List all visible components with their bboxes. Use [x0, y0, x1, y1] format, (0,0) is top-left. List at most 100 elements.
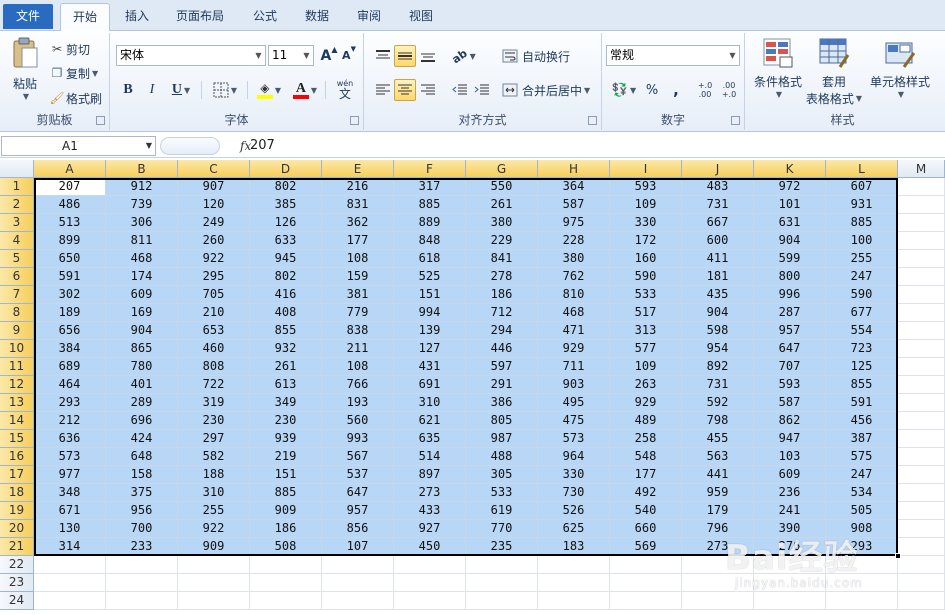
- table-cell[interactable]: [898, 430, 945, 448]
- table-cell[interactable]: 987: [466, 430, 538, 448]
- table-cell[interactable]: 587: [538, 196, 610, 214]
- table-cell[interactable]: 278: [466, 268, 538, 286]
- table-cell[interactable]: 796: [682, 520, 754, 538]
- table-cell[interactable]: [826, 592, 898, 610]
- table-cell[interactable]: [898, 340, 945, 358]
- table-cell[interactable]: 380: [466, 214, 538, 232]
- font-color-button[interactable]: A ▼: [288, 79, 322, 101]
- row-header[interactable]: 12: [0, 376, 34, 394]
- table-cell[interactable]: 433: [394, 502, 466, 520]
- table-cell[interactable]: 548: [610, 448, 682, 466]
- table-cell[interactable]: 609: [106, 286, 178, 304]
- orientation-button[interactable]: ab ▼: [449, 45, 479, 67]
- table-cell[interactable]: 177: [610, 466, 682, 484]
- column-header-h[interactable]: H: [538, 160, 610, 178]
- table-cell[interactable]: 310: [178, 484, 250, 502]
- copy-button[interactable]: ❐ 复制 ▼: [48, 63, 99, 83]
- table-cell[interactable]: 922: [178, 250, 250, 268]
- table-cell[interactable]: 255: [826, 250, 898, 268]
- table-cell[interactable]: 907: [178, 178, 250, 196]
- table-cell[interactable]: 972: [754, 178, 826, 196]
- formula-bar-splitter[interactable]: [160, 137, 220, 155]
- table-cell[interactable]: [178, 574, 250, 592]
- table-cell[interactable]: 892: [682, 358, 754, 376]
- table-cell[interactable]: 885: [394, 196, 466, 214]
- table-cell[interactable]: 495: [538, 394, 610, 412]
- dialog-launcher-icon[interactable]: [96, 116, 105, 125]
- table-cell[interactable]: 653: [178, 322, 250, 340]
- table-cell[interactable]: 885: [250, 484, 322, 502]
- table-cell[interactable]: 230: [250, 412, 322, 430]
- table-cell[interactable]: [322, 556, 394, 574]
- table-cell[interactable]: [466, 556, 538, 574]
- table-cell[interactable]: 455: [682, 430, 754, 448]
- table-cell[interactable]: 263: [610, 376, 682, 394]
- table-cell[interactable]: 228: [538, 232, 610, 250]
- row-header[interactable]: 18: [0, 484, 34, 502]
- table-cell[interactable]: [34, 556, 106, 574]
- table-cell[interactable]: 838: [322, 322, 394, 340]
- table-cell[interactable]: 633: [250, 232, 322, 250]
- table-cell[interactable]: 593: [610, 178, 682, 196]
- table-cell[interactable]: 904: [682, 304, 754, 322]
- table-cell[interactable]: [178, 556, 250, 574]
- table-cell[interactable]: 723: [826, 340, 898, 358]
- table-cell[interactable]: 996: [754, 286, 826, 304]
- table-cell[interactable]: [898, 592, 945, 610]
- table-cell[interactable]: [250, 592, 322, 610]
- table-cell[interactable]: [898, 448, 945, 466]
- table-cell[interactable]: 648: [106, 448, 178, 466]
- table-cell[interactable]: 600: [682, 232, 754, 250]
- table-cell[interactable]: 289: [106, 394, 178, 412]
- underline-button[interactable]: U ▼: [166, 79, 196, 101]
- table-cell[interactable]: 534: [826, 484, 898, 502]
- table-cell[interactable]: 273: [394, 484, 466, 502]
- fill-color-button[interactable]: ◈ ▼: [252, 79, 286, 101]
- shrink-font-button[interactable]: A ▼: [340, 45, 358, 66]
- percent-button[interactable]: %: [642, 79, 662, 101]
- table-cell[interactable]: 384: [34, 340, 106, 358]
- table-cell[interactable]: 537: [322, 466, 394, 484]
- comma-button[interactable]: ,: [666, 79, 686, 101]
- table-cell[interactable]: 130: [34, 520, 106, 538]
- table-cell[interactable]: 260: [178, 232, 250, 250]
- table-cell[interactable]: 656: [34, 322, 106, 340]
- table-cell[interactable]: 691: [394, 376, 466, 394]
- cell-styles-button[interactable]: 单元格样式 ▼: [863, 37, 937, 107]
- formula-input[interactable]: 207: [250, 136, 275, 156]
- row-header[interactable]: 23: [0, 574, 34, 592]
- table-cell[interactable]: 181: [682, 268, 754, 286]
- table-cell[interactable]: 108: [322, 358, 394, 376]
- table-cell[interactable]: 169: [106, 304, 178, 322]
- table-cell[interactable]: 947: [754, 430, 826, 448]
- table-cell[interactable]: [898, 322, 945, 340]
- table-cell[interactable]: [322, 574, 394, 592]
- table-cell[interactable]: [898, 466, 945, 484]
- table-cell[interactable]: 387: [826, 430, 898, 448]
- table-cell[interactable]: 441: [682, 466, 754, 484]
- select-all-corner[interactable]: [0, 160, 34, 178]
- table-cell[interactable]: 631: [754, 214, 826, 232]
- table-cell[interactable]: 959: [682, 484, 754, 502]
- table-cell[interactable]: 464: [34, 376, 106, 394]
- table-cell[interactable]: 127: [394, 340, 466, 358]
- table-cell[interactable]: [34, 574, 106, 592]
- table-cell[interactable]: 956: [106, 502, 178, 520]
- row-header[interactable]: 19: [0, 502, 34, 520]
- table-cell[interactable]: 186: [250, 520, 322, 538]
- row-header[interactable]: 1: [0, 178, 34, 196]
- table-cell[interactable]: 310: [394, 394, 466, 412]
- table-cell[interactable]: 109: [610, 358, 682, 376]
- table-cell[interactable]: [898, 538, 945, 556]
- table-cell[interactable]: 295: [178, 268, 250, 286]
- table-cell[interactable]: 609: [754, 466, 826, 484]
- table-cell[interactable]: 636: [34, 430, 106, 448]
- table-cell[interactable]: 431: [394, 358, 466, 376]
- table-cell[interactable]: 909: [178, 538, 250, 556]
- table-cell[interactable]: 927: [394, 520, 466, 538]
- table-cell[interactable]: 865: [106, 340, 178, 358]
- table-cell[interactable]: 294: [466, 322, 538, 340]
- table-cell[interactable]: 889: [394, 214, 466, 232]
- table-cell[interactable]: 730: [538, 484, 610, 502]
- table-cell[interactable]: [106, 592, 178, 610]
